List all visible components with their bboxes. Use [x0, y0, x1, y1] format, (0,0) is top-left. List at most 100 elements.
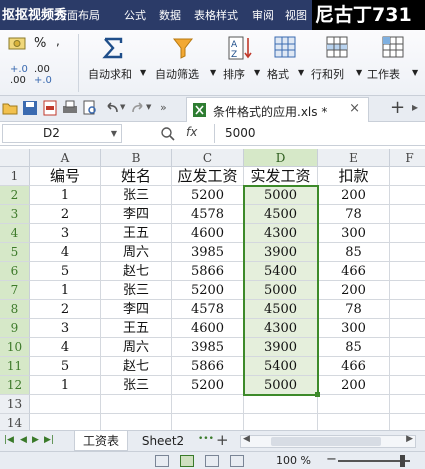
reading-view-icon[interactable]: [230, 455, 244, 467]
sort-dropdown-icon[interactable]: ▼: [254, 68, 260, 77]
menu-data[interactable]: 数据: [159, 7, 181, 23]
table-cell[interactable]: 85: [318, 338, 390, 357]
prev-sheet-icon[interactable]: ◀: [20, 435, 27, 445]
empty-cell[interactable]: [390, 167, 425, 186]
table-cell[interactable]: 赵七: [101, 262, 172, 281]
dec-decimal-top[interactable]: .00: [34, 64, 50, 75]
table-cell[interactable]: 3900: [244, 243, 318, 262]
zoom-out-button[interactable]: −: [326, 452, 337, 467]
print-icon[interactable]: [62, 100, 78, 116]
table-cell[interactable]: 4: [30, 338, 101, 357]
zoom-level[interactable]: 100 %: [276, 454, 311, 467]
save-icon[interactable]: [22, 100, 38, 116]
empty-cell[interactable]: [390, 338, 425, 357]
format-button[interactable]: 格式 ▼: [264, 30, 308, 96]
row-header-4[interactable]: 4: [0, 224, 30, 243]
row-header-9[interactable]: 9: [0, 319, 30, 338]
table-cell[interactable]: 78: [318, 205, 390, 224]
print-preview-icon[interactable]: [82, 100, 98, 116]
sheet-tab-salary[interactable]: 工资表: [74, 431, 128, 451]
autofilter-dropdown-icon[interactable]: ▼: [210, 68, 216, 77]
page-layout-view-icon[interactable]: [180, 455, 194, 467]
table-cell[interactable]: 4300: [244, 319, 318, 338]
table-header-cell[interactable]: 扣款: [318, 167, 390, 186]
empty-cell[interactable]: [390, 205, 425, 224]
table-cell[interactable]: 4500: [244, 300, 318, 319]
percent-format-button[interactable]: %: [34, 36, 46, 51]
table-cell[interactable]: 5866: [172, 262, 244, 281]
add-sheet-button[interactable]: +: [216, 431, 229, 449]
document-tab[interactable]: 条件格式的应用.xls * ×: [186, 97, 369, 122]
table-cell[interactable]: 200: [318, 186, 390, 205]
horizontal-scroll-thumb[interactable]: [271, 437, 381, 446]
redo-dropdown-icon[interactable]: ▼: [146, 103, 151, 111]
table-cell[interactable]: 466: [318, 262, 390, 281]
empty-cell[interactable]: [390, 376, 425, 395]
table-cell[interactable]: 4500: [244, 205, 318, 224]
table-cell[interactable]: 李四: [101, 205, 172, 224]
open-folder-icon[interactable]: [2, 100, 18, 116]
table-cell[interactable]: 5200: [172, 281, 244, 300]
undo-dropdown-icon[interactable]: ▼: [120, 103, 125, 111]
table-cell[interactable]: 5200: [172, 186, 244, 205]
table-cell[interactable]: 王五: [101, 319, 172, 338]
comma-format-button[interactable]: ,: [56, 34, 60, 48]
table-cell[interactable]: 4578: [172, 300, 244, 319]
sort-button[interactable]: A Z 排序 ▼: [220, 30, 264, 96]
table-cell[interactable]: 1: [30, 281, 101, 300]
page-break-view-icon[interactable]: [205, 455, 219, 467]
fx-icon[interactable]: fx: [186, 125, 197, 139]
menu-formula[interactable]: 公式: [124, 7, 146, 23]
empty-cell[interactable]: [390, 262, 425, 281]
name-box[interactable]: D2 ▼: [2, 124, 122, 143]
new-tab-button[interactable]: +: [390, 97, 405, 118]
menu-table-style[interactable]: 表格样式: [194, 7, 238, 23]
table-cell[interactable]: 5000: [244, 186, 318, 205]
undo-icon[interactable]: [104, 100, 120, 116]
menu-view[interactable]: 视图: [285, 7, 307, 23]
table-cell[interactable]: 200: [318, 281, 390, 300]
redo-icon[interactable]: [130, 100, 146, 116]
table-cell[interactable]: 5: [30, 262, 101, 281]
fill-handle[interactable]: [315, 392, 320, 397]
table-cell[interactable]: 5: [30, 357, 101, 376]
formula-input[interactable]: 5000: [214, 124, 423, 143]
empty-cell[interactable]: [172, 395, 244, 414]
table-cell[interactable]: 85: [318, 243, 390, 262]
name-box-dropdown-icon[interactable]: ▼: [111, 125, 117, 142]
table-cell[interactable]: 78: [318, 300, 390, 319]
column-header-c[interactable]: C: [172, 149, 244, 167]
inc-decimal-top[interactable]: +.0: [10, 64, 28, 75]
table-cell[interactable]: 周六: [101, 338, 172, 357]
column-header-b[interactable]: B: [101, 149, 172, 167]
table-cell[interactable]: 4300: [244, 224, 318, 243]
inc-decimal-bottom[interactable]: .00: [10, 75, 26, 86]
table-cell[interactable]: 5000: [244, 281, 318, 300]
row-header-6[interactable]: 6: [0, 262, 30, 281]
export-pdf-icon[interactable]: [42, 100, 58, 116]
close-tab-icon[interactable]: ×: [349, 101, 360, 116]
scroll-right-icon[interactable]: ▶: [406, 434, 413, 444]
empty-cell[interactable]: [318, 395, 390, 414]
table-header-cell[interactable]: 应发工资: [172, 167, 244, 186]
column-header-e[interactable]: E: [318, 149, 390, 167]
normal-view-icon[interactable]: [155, 455, 169, 467]
table-cell[interactable]: 5200: [172, 376, 244, 395]
table-cell[interactable]: 李四: [101, 300, 172, 319]
empty-cell[interactable]: [101, 395, 172, 414]
table-cell[interactable]: 张三: [101, 281, 172, 300]
next-sheet-icon[interactable]: ▶: [32, 435, 39, 445]
table-cell[interactable]: 王五: [101, 224, 172, 243]
table-cell[interactable]: 2: [30, 300, 101, 319]
last-sheet-icon[interactable]: ▶|: [44, 435, 54, 445]
scroll-left-icon[interactable]: ◀: [243, 434, 250, 444]
empty-cell[interactable]: [244, 395, 318, 414]
row-column-button[interactable]: 行和列 ▼: [308, 30, 364, 96]
table-cell[interactable]: 3985: [172, 243, 244, 262]
row-header-11[interactable]: 11: [0, 357, 30, 376]
zoom-slider-thumb[interactable]: [400, 455, 405, 467]
row-header-3[interactable]: 3: [0, 205, 30, 224]
autosum-dropdown-icon[interactable]: ▼: [140, 68, 146, 77]
table-header-cell[interactable]: 姓名: [101, 167, 172, 186]
horizontal-scrollbar[interactable]: ◀ ▶: [240, 434, 416, 448]
